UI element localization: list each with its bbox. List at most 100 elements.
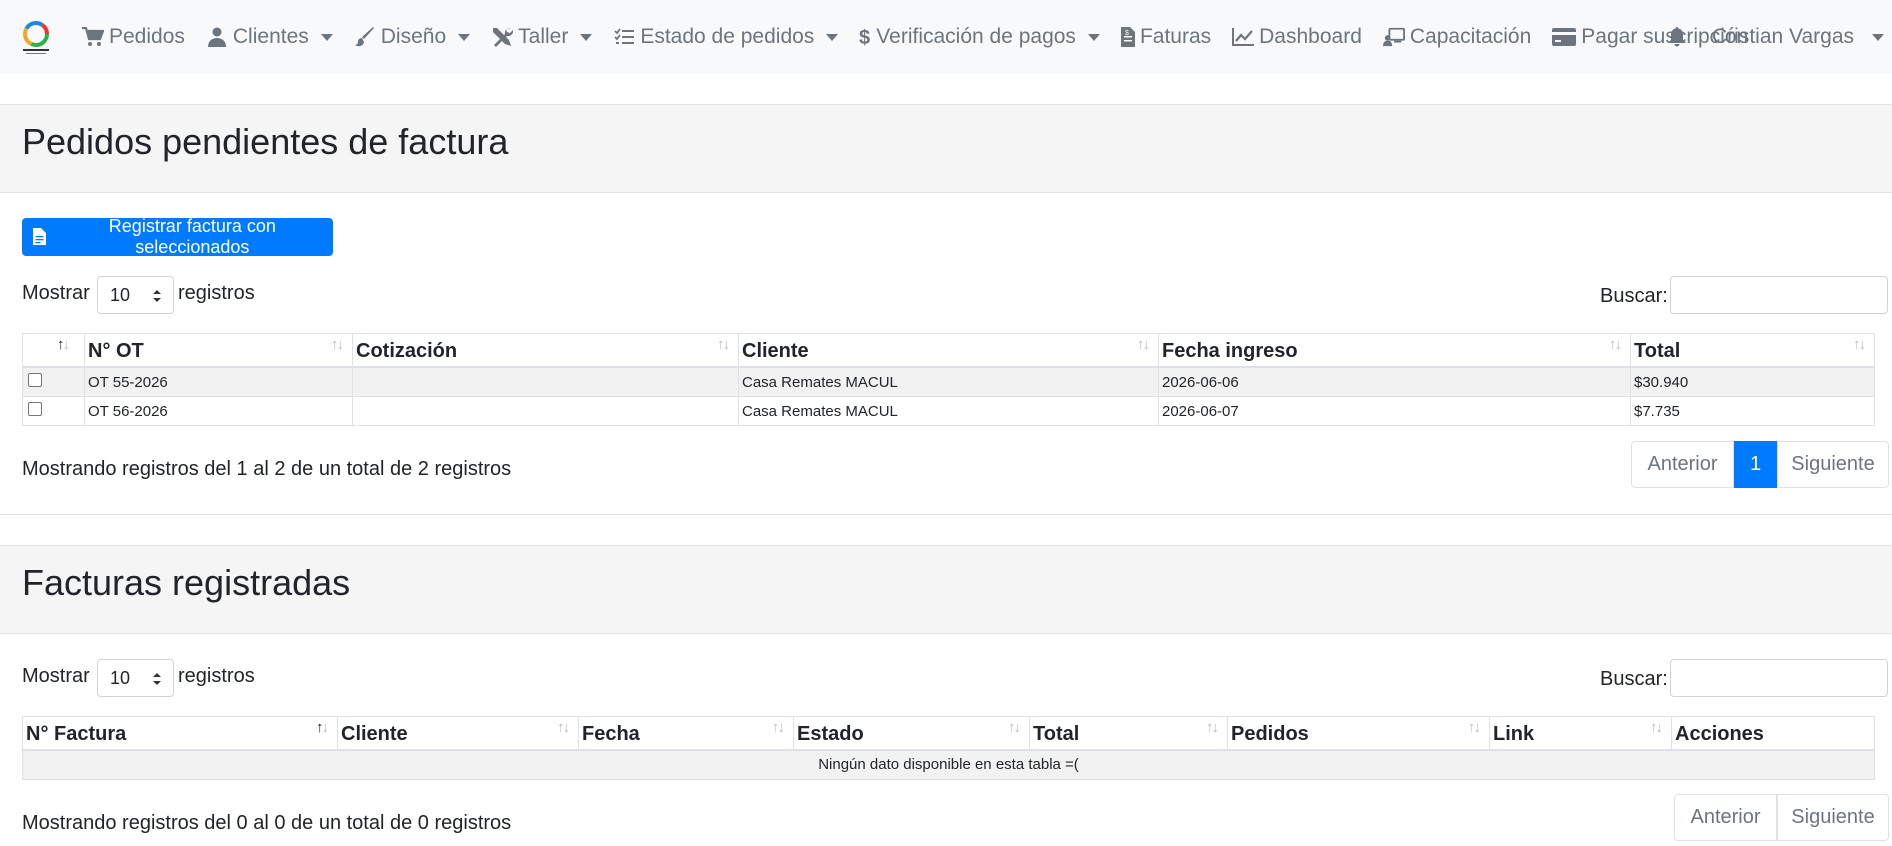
- register-invoice-button[interactable]: Registrar factura con seleccionados: [22, 216, 333, 257]
- table-row: OT 55-2026 Casa Remates MACUL 2026-06-06…: [22, 366, 1875, 397]
- brand-logo[interactable]: [17, 19, 55, 57]
- total-cell: $7.735: [1630, 396, 1875, 426]
- next-page-button[interactable]: Siguiente: [1777, 441, 1889, 488]
- cart-icon: [82, 26, 104, 48]
- pending-section-header: Pedidos pendientes de factura: [0, 104, 1892, 193]
- nav-label: Diseño: [380, 25, 447, 48]
- nav-label: Pedidos: [109, 25, 185, 48]
- search-label: Buscar:: [1600, 285, 1668, 307]
- nav-item-taller[interactable]: Taller: [491, 25, 593, 49]
- nav-label: Capacitación: [1409, 25, 1532, 48]
- cliente-cell: Casa Remates MACUL: [738, 396, 1159, 426]
- sort-icon: ↑↓: [1468, 719, 1481, 736]
- svg-text:$: $: [1125, 30, 1129, 37]
- bell-icon[interactable]: [1666, 26, 1688, 48]
- dollar-icon: $: [859, 26, 871, 48]
- nav-item-clientes[interactable]: Clientes: [206, 25, 333, 49]
- column-header-select[interactable]: ↑↓: [22, 333, 85, 368]
- chevron-down-icon: [1087, 33, 1100, 41]
- register-invoice-label: Registrar factura con seleccionados: [108, 216, 276, 257]
- pending-orders-table: ↑↓ N° OT ↑↓ Cotización ↑↓ Cliente ↑↓ Fecha …: [22, 333, 1875, 426]
- records-label: registros: [178, 665, 255, 687]
- nav-label: Dashboard: [1259, 25, 1362, 48]
- user-icon: [206, 26, 228, 48]
- user-menu[interactable]: Cristian Vargas: [1712, 25, 1884, 49]
- invoices-section-header: Facturas registradas: [0, 545, 1892, 634]
- column-header-pedidos[interactable]: Pedidos ↑↓: [1227, 716, 1490, 751]
- column-header-acciones: Acciones: [1671, 716, 1875, 751]
- column-header-estado[interactable]: Estado ↑↓: [793, 716, 1030, 751]
- prev-page-button[interactable]: Anterior: [1674, 794, 1777, 841]
- nav-item-capacitacion[interactable]: Capacitación: [1382, 25, 1532, 49]
- chevron-down-icon: [580, 33, 593, 41]
- show-label: Mostrar: [22, 282, 90, 304]
- navbar: Pedidos Clientes Diseño Taller Estado de…: [0, 0, 1892, 74]
- nav-item-verificacion-pagos[interactable]: $ Verificación de pagos: [859, 25, 1100, 49]
- section-divider: [0, 514, 1892, 515]
- cliente-cell: Casa Remates MACUL: [738, 366, 1159, 397]
- table-info: Mostrando registros del 0 al 0 de un tot…: [22, 812, 512, 834]
- column-header-total[interactable]: Total ↑↓: [1630, 333, 1875, 368]
- nav-label: Estado de pedidos: [640, 25, 815, 48]
- nav-label: Verificación de pagos: [876, 25, 1076, 48]
- page-length-value: 10: [110, 667, 131, 688]
- column-header-fecha[interactable]: Fecha ingreso ↑↓: [1158, 333, 1631, 368]
- nav-right: Cristian Vargas: [1666, 0, 1892, 74]
- tasks-icon: [613, 26, 635, 48]
- row-checkbox[interactable]: [28, 373, 42, 387]
- search-label: Buscar:: [1600, 668, 1668, 690]
- sort-icon: ↑↓: [1137, 336, 1150, 353]
- column-header-ot[interactable]: N° OT ↑↓: [84, 333, 353, 368]
- invoices-table: N° Factura ↑↓ Cliente ↑↓ Fecha ↑↓ Estado ↑↓ …: [22, 716, 1875, 780]
- nav-label: Taller: [518, 25, 569, 48]
- nav-item-pedidos[interactable]: Pedidos: [82, 25, 185, 49]
- table-header-row: ↑↓ N° OT ↑↓ Cotización ↑↓ Cliente ↑↓ Fecha …: [22, 333, 1875, 368]
- sort-icon: ↑↓: [316, 719, 329, 736]
- search-input[interactable]: [1670, 659, 1888, 697]
- page-length-select[interactable]: 10: [97, 276, 174, 314]
- cotizacion-cell: [352, 366, 739, 397]
- select-arrows-icon: [153, 673, 161, 685]
- tools-icon: [491, 26, 514, 48]
- prev-page-button[interactable]: Anterior: [1631, 441, 1734, 488]
- fecha-cell: 2026-06-07: [1158, 396, 1631, 426]
- column-header-cliente[interactable]: Cliente ↑↓: [337, 716, 579, 751]
- total-cell: $30.940: [1630, 366, 1875, 397]
- sort-icon: ↑↓: [1609, 336, 1622, 353]
- ot-cell: OT 55-2026: [84, 366, 353, 397]
- search-input[interactable]: [1670, 276, 1888, 314]
- nav-item-diseno[interactable]: Diseño: [354, 25, 471, 49]
- nav-item-dashboard[interactable]: Dashboard: [1232, 25, 1362, 49]
- row-checkbox[interactable]: [28, 402, 42, 416]
- column-header-cliente[interactable]: Cliente ↑↓: [738, 333, 1159, 368]
- credit-card-icon: [1552, 26, 1577, 48]
- page-length-select[interactable]: 10: [97, 659, 174, 697]
- table-row: Ningún dato disponible en esta tabla =(: [22, 749, 1875, 780]
- nav-label: Clientes: [232, 25, 309, 48]
- show-label: Mostrar: [22, 665, 90, 687]
- table-header-row: N° Factura ↑↓ Cliente ↑↓ Fecha ↑↓ Estado ↑↓ …: [22, 716, 1875, 751]
- page-1-button[interactable]: 1: [1734, 441, 1777, 488]
- sort-icon: ↑↓: [772, 719, 785, 736]
- column-header-link[interactable]: Link ↑↓: [1489, 716, 1672, 751]
- row-select-cell: [22, 366, 85, 397]
- column-header-cotizacion[interactable]: Cotización ↑↓: [352, 333, 739, 368]
- next-page-button[interactable]: Siguiente: [1777, 794, 1889, 841]
- sort-icon: ↑↓: [331, 336, 344, 353]
- file-invoice-icon: [33, 228, 47, 246]
- select-arrows-icon: [153, 290, 161, 302]
- nav-item-faturas[interactable]: $ Faturas: [1120, 25, 1212, 49]
- row-select-cell: [22, 396, 85, 426]
- nav-item-estado-pedidos[interactable]: Estado de pedidos: [613, 25, 839, 49]
- column-header-factura[interactable]: N° Factura ↑↓: [22, 716, 338, 751]
- brush-icon: [354, 26, 376, 48]
- empty-table-message: Ningún dato disponible en esta tabla =(: [22, 749, 1875, 780]
- chevron-down-icon: [458, 33, 471, 41]
- invoice-icon: $: [1120, 26, 1135, 48]
- column-header-fecha[interactable]: Fecha ↑↓: [578, 716, 794, 751]
- column-header-total[interactable]: Total ↑↓: [1029, 716, 1228, 751]
- user-name: Cristian Vargas: [1712, 25, 1854, 48]
- chevron-down-icon: [826, 33, 839, 41]
- nav-label: Faturas: [1139, 25, 1212, 48]
- sort-icon: ↑↓: [1206, 719, 1219, 736]
